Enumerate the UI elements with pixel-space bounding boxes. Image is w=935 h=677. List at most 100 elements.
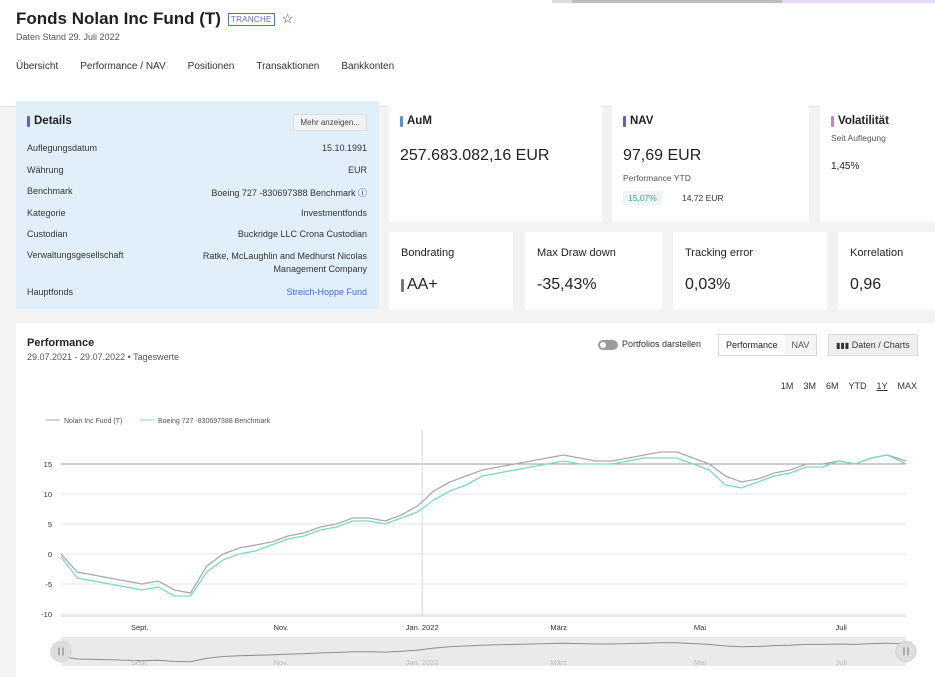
details-card: Details Mehr anzeigen... Auflegungsdatum… bbox=[16, 101, 379, 309]
navigator-tick-label: Juli bbox=[836, 658, 848, 667]
tab-uebersicht[interactable]: Übersicht bbox=[16, 61, 58, 72]
volatility-value: 1,45% bbox=[831, 161, 860, 172]
navigator-handle-right[interactable] bbox=[895, 641, 917, 662]
tracking-error-card: Tracking error 0,03% bbox=[673, 232, 827, 310]
header-strip-accent bbox=[782, 0, 935, 3]
bondrating-bar bbox=[401, 278, 404, 292]
range-6m[interactable]: 6M bbox=[826, 381, 839, 391]
bar-chart-icon: ▮▮▮ bbox=[836, 341, 850, 350]
tab-transaktionen[interactable]: Transaktionen bbox=[256, 61, 319, 72]
detail-label: Kategorie bbox=[27, 208, 66, 218]
tab-bankkonten[interactable]: Bankkonten bbox=[341, 61, 394, 72]
detail-value-benchmark: Boeing 727 -830697388 Benchmark ⓘ bbox=[211, 186, 367, 199]
legend-fund[interactable]: Nolan Inc Fund (T) bbox=[64, 418, 122, 425]
y-axis: 15 10 5 0 -5 -10 bbox=[41, 460, 52, 619]
navigator-tick-label: Sept. bbox=[131, 658, 149, 667]
performance-subtitle: 29.07.2021 - 29.07.2022 • Tageswerte bbox=[27, 352, 180, 362]
hauptfonds-link[interactable]: Streich-Hoppe Fund bbox=[286, 287, 367, 297]
volatility-card: Volatilität Seit Auflegung 1,45% bbox=[820, 101, 935, 222]
range-3m[interactable]: 3M bbox=[803, 381, 816, 391]
volatility-title: Volatilität bbox=[831, 115, 889, 127]
aum-title-text: AuM bbox=[407, 115, 432, 127]
detail-label: Hauptfonds bbox=[27, 287, 74, 297]
bondrating-title: Bondrating bbox=[401, 247, 455, 259]
volatility-title-text: Volatilität bbox=[838, 115, 889, 127]
detail-value: Buckridge LLC Crona Custodian bbox=[237, 229, 367, 239]
header-strip-active bbox=[572, 0, 782, 3]
y-tick-label: 5 bbox=[48, 520, 52, 529]
range-ytd[interactable]: YTD bbox=[848, 381, 866, 391]
x-tick-label: Sept. bbox=[131, 623, 149, 632]
navigator-tick-label: Mai bbox=[694, 658, 706, 667]
nav-title-text: NAV bbox=[630, 115, 654, 127]
nav-title: NAV bbox=[623, 115, 653, 127]
max-drawdown-value: -35,43% bbox=[537, 276, 597, 293]
x-axis: Sept. Nov. Jan. 2022 März Mai Juli bbox=[61, 615, 906, 632]
tab-positionen[interactable]: Positionen bbox=[188, 61, 235, 72]
details-accent-bar bbox=[27, 115, 30, 127]
range-navigator[interactable]: Sept. Nov. Jan. 2022 März Mai Juli bbox=[50, 637, 917, 667]
detail-value: Ratke, McLaughlin and Medhurst Nicolas M… bbox=[202, 251, 367, 274]
detail-label: Custodian bbox=[27, 229, 68, 239]
korrelation-title: Korrelation bbox=[850, 247, 904, 259]
bondrating-value: AA+ bbox=[407, 276, 438, 293]
x-tick-label: Mai bbox=[694, 623, 706, 632]
range-1y[interactable]: 1Y bbox=[876, 381, 887, 391]
aum-value: 257.683.082,16 EUR bbox=[400, 147, 550, 164]
detail-label: Verwaltungsgesellschaft bbox=[27, 250, 124, 260]
max-drawdown-card: Max Draw down -35,43% bbox=[525, 232, 662, 310]
header-strip bbox=[552, 0, 572, 3]
y-tick-label: 10 bbox=[44, 490, 52, 499]
range-selector: 1M 3M 6M YTD 1Y MAX bbox=[781, 381, 917, 391]
detail-label: Währung bbox=[27, 165, 64, 175]
page-title: Fonds Nolan Inc Fund (T) bbox=[16, 9, 221, 28]
portfolio-toggle-label: Portfolios darstellen bbox=[622, 339, 702, 349]
benchmark-name: Boeing 727 -830697388 Benchmark bbox=[211, 188, 356, 198]
more-button[interactable]: Mehr anzeigen... bbox=[293, 114, 367, 131]
performance-chart: Nolan Inc Fund (T) Boeing 727 -830697388… bbox=[41, 418, 917, 667]
aum-card: AuM 257.683.082,16 EUR bbox=[389, 101, 602, 222]
y-tick-label: -10 bbox=[41, 610, 52, 619]
segment-nav[interactable]: NAV bbox=[784, 335, 817, 355]
korrelation-value: 0,96 bbox=[850, 276, 882, 293]
chart-legend: Nolan Inc Fund (T) Boeing 727 -830697388… bbox=[46, 418, 271, 425]
range-max[interactable]: MAX bbox=[897, 381, 917, 391]
volatility-accent-bar bbox=[831, 115, 834, 127]
info-icon[interactable]: ⓘ bbox=[358, 188, 367, 198]
series-line-benchmark bbox=[60, 454, 907, 597]
detail-label: Benchmark bbox=[27, 186, 73, 196]
detail-row: Benchmark Boeing 727 -830697388 Benchmar… bbox=[27, 186, 367, 199]
range-1m[interactable]: 1M bbox=[781, 381, 794, 391]
x-tick-label: Jan. 2022 bbox=[406, 623, 439, 632]
detail-row: Hauptfonds Streich-Hoppe Fund bbox=[27, 287, 367, 297]
nav-ytd-label: Performance YTD bbox=[623, 173, 691, 183]
y-tick-label: 0 bbox=[48, 550, 52, 559]
max-drawdown-title: Max Draw down bbox=[537, 247, 616, 259]
segment-performance[interactable]: Performance bbox=[719, 335, 785, 355]
star-icon[interactable]: ☆ bbox=[282, 11, 294, 27]
tracking-error-value: 0,03% bbox=[685, 276, 731, 293]
detail-value: Investmentfonds bbox=[300, 208, 367, 218]
navigator-tick-label: März bbox=[550, 658, 567, 667]
nav-ytd-abs: 14,72 EUR bbox=[682, 193, 724, 203]
bondrating-card: Bondrating AA+ bbox=[389, 232, 513, 310]
x-tick-label: März bbox=[550, 623, 567, 632]
header-bar: Fonds Nolan Inc Fund (T) TRANCHE ☆ Daten… bbox=[0, 0, 935, 107]
details-title-text: Details bbox=[34, 115, 72, 127]
tracking-error-title: Tracking error bbox=[685, 247, 754, 259]
portfolio-toggle[interactable] bbox=[598, 340, 618, 350]
navigator-handle-left[interactable] bbox=[50, 641, 72, 662]
detail-row: Kategorie Investmentfonds bbox=[27, 208, 367, 218]
legend-benchmark[interactable]: Boeing 727 -830697388 Benchmark bbox=[158, 418, 271, 425]
title-row: Fonds Nolan Inc Fund (T) TRANCHE ☆ bbox=[16, 9, 293, 29]
nav-ytd-pct: 15,07% bbox=[623, 191, 662, 205]
y-tick-label: 15 bbox=[44, 460, 52, 469]
navigator-tick-label: Nov. bbox=[273, 658, 288, 667]
performance-title: Performance bbox=[27, 337, 95, 349]
tab-bar: Übersicht Performance / NAV Positionen T… bbox=[16, 61, 394, 72]
data-date: Daten Stand 29. Juli 2022 bbox=[16, 32, 120, 42]
tab-performance-nav[interactable]: Performance / NAV bbox=[80, 61, 165, 72]
navigator-tick-label: Jan. 2022 bbox=[406, 658, 439, 667]
charts-button[interactable]: ▮▮▮ Daten / Charts bbox=[828, 334, 918, 356]
detail-row: Auflegungsdatum 15.10.1991 bbox=[27, 143, 367, 153]
